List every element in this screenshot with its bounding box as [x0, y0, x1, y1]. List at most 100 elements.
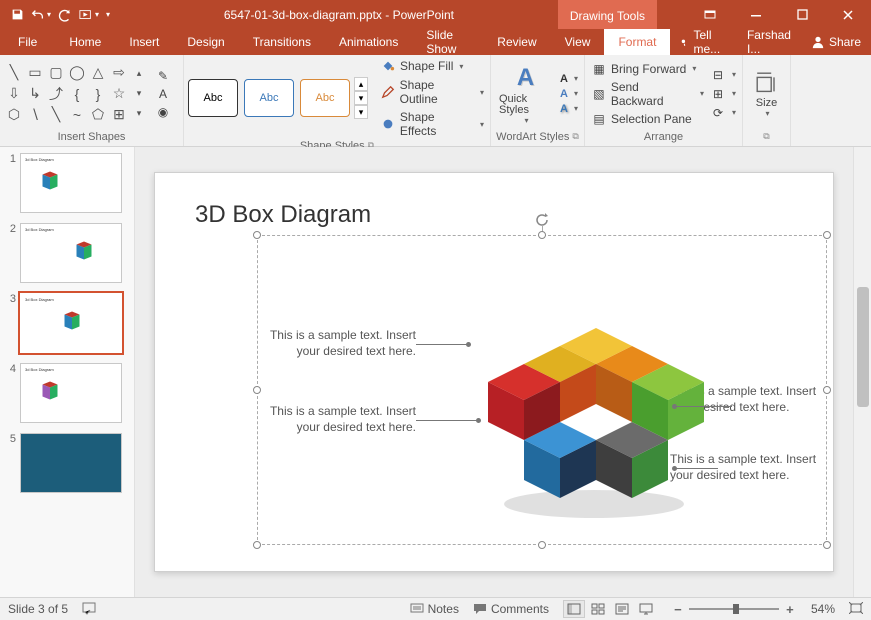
thumbnail-slide-3[interactable]: 3d Box Diagram	[20, 293, 122, 353]
slideshow-view-button[interactable]	[635, 600, 657, 618]
zoom-percent-text[interactable]: 54%	[811, 602, 835, 616]
quick-styles-button[interactable]: A Quick Styles ▾	[495, 60, 556, 127]
share-button[interactable]: Share	[801, 29, 871, 55]
normal-view-button[interactable]	[563, 600, 585, 618]
resize-handle-tl[interactable]	[253, 231, 261, 239]
resize-handle-ml[interactable]	[253, 386, 261, 394]
resize-handle-tr[interactable]	[823, 231, 831, 239]
zoom-thumb[interactable]	[733, 604, 739, 614]
start-from-beginning-button[interactable]: ▾	[78, 4, 100, 26]
shape-connector-icon[interactable]: ↳	[25, 84, 45, 104]
merge-shapes-button[interactable]: ◉	[153, 103, 173, 121]
reading-view-button[interactable]	[611, 600, 633, 618]
resize-handle-tm[interactable]	[538, 231, 546, 239]
tab-home[interactable]: Home	[55, 29, 115, 55]
ribbon-options-button[interactable]	[687, 0, 733, 29]
shape-rounded-rect-icon[interactable]: ▢	[46, 63, 66, 83]
zoom-track[interactable]	[689, 608, 779, 610]
slide-sorter-button[interactable]	[587, 600, 609, 618]
shape-effects-button[interactable]: Shape Effects ▾	[378, 109, 486, 139]
notes-button[interactable]: Notes	[410, 602, 459, 616]
tab-animations[interactable]: Animations	[325, 29, 412, 55]
align-button[interactable]: ⊟▾	[708, 66, 738, 84]
slide-thumbnails-pane[interactable]: 13d Box Diagram 23d Box Diagram 33d Box …	[0, 147, 135, 597]
undo-button[interactable]: ▾	[30, 4, 52, 26]
shape-fill-button[interactable]: Shape Fill ▾	[378, 57, 486, 75]
tab-design[interactable]: Design	[173, 29, 238, 55]
spellcheck-icon[interactable]	[82, 601, 98, 618]
shapes-gallery[interactable]: ╲ ▭ ▢ ◯ △ ⇨ ⇩ ↳ ⤴ { } ☆ ⬡ ∖ ╲ ~ ⬠ ⊞	[4, 63, 129, 125]
tab-insert[interactable]: Insert	[115, 29, 173, 55]
redo-button[interactable]	[54, 4, 76, 26]
bring-forward-button[interactable]: ▦Bring Forward▾	[589, 60, 706, 78]
caption-1[interactable]: This is a sample text. Insert your desir…	[266, 328, 416, 359]
styles-more-icon[interactable]: ▾	[354, 105, 368, 119]
shape-arrow-icon[interactable]: ⇨	[109, 63, 129, 83]
tab-format[interactable]: Format	[604, 29, 670, 55]
tab-review[interactable]: Review	[483, 29, 550, 55]
thumbnail-slide-5[interactable]	[20, 433, 122, 493]
vertical-scrollbar[interactable]	[853, 147, 871, 597]
resize-handle-mr[interactable]	[823, 386, 831, 394]
maximize-button[interactable]	[779, 0, 825, 29]
text-box-button[interactable]: A	[153, 85, 173, 103]
size-button[interactable]: Size ▾	[747, 67, 787, 120]
tab-view[interactable]: View	[551, 29, 605, 55]
shape-elbow-icon[interactable]: ⤴	[46, 84, 66, 104]
minimize-button[interactable]	[733, 0, 779, 29]
shape-freeform-icon[interactable]: ╲	[46, 105, 66, 125]
resize-handle-br[interactable]	[823, 541, 831, 549]
tab-transitions[interactable]: Transitions	[239, 29, 325, 55]
size-dialog-launcher[interactable]: ⧉	[763, 131, 769, 141]
gallery-up-icon[interactable]: ▴	[131, 64, 147, 84]
text-outline-button[interactable]: A▾	[558, 87, 580, 101]
shape-triangle-icon[interactable]: △	[88, 63, 108, 83]
thumbnail-slide-1[interactable]: 3d Box Diagram	[20, 153, 122, 213]
shape-outline-button[interactable]: Shape Outline ▾	[378, 77, 486, 107]
fit-to-window-button[interactable]	[849, 602, 863, 617]
style-swatch-3[interactable]: Abc	[300, 79, 350, 117]
caption-2[interactable]: This is a sample text. Insert your desir…	[266, 404, 416, 435]
selection-pane-button[interactable]: ▤Selection Pane	[589, 110, 706, 128]
thumbnail-slide-2[interactable]: 3d Box Diagram	[20, 223, 122, 283]
tab-slideshow[interactable]: Slide Show	[412, 29, 483, 55]
gallery-more-icon[interactable]: ▾	[131, 104, 147, 124]
shape-more-icon[interactable]: ⊞	[109, 105, 129, 125]
tell-me-search[interactable]: Tell me...	[670, 29, 736, 55]
wordart-dialog-launcher[interactable]: ⧉	[572, 131, 578, 141]
thumbnail-slide-4[interactable]: 3d Box Diagram	[20, 363, 122, 423]
shape-rectangle-icon[interactable]: ▭	[25, 63, 45, 83]
shape-callout-icon[interactable]: ⬡	[4, 105, 24, 125]
save-button[interactable]	[6, 4, 28, 26]
styles-down-icon[interactable]: ▾	[354, 91, 368, 105]
shape-styles-gallery[interactable]: Abc Abc Abc	[188, 79, 350, 117]
text-fill-button[interactable]: A▾	[558, 72, 580, 86]
3d-box-diagram-graphic[interactable]	[472, 310, 712, 524]
shape-arrow-down-icon[interactable]: ⇩	[4, 84, 24, 104]
slide[interactable]: 3D Box Diagram This is a sample text. In…	[154, 172, 834, 572]
group-button[interactable]: ⊞▾	[708, 85, 738, 103]
edit-shape-button[interactable]: ✎	[153, 67, 173, 85]
shape-hexagon-icon[interactable]: ⬠	[88, 105, 108, 125]
shape-brace-icon[interactable]: {	[67, 84, 87, 104]
scrollbar-thumb[interactable]	[857, 287, 869, 407]
rotate-handle[interactable]	[534, 212, 550, 228]
style-swatch-1[interactable]: Abc	[188, 79, 238, 117]
resize-handle-bm[interactable]	[538, 541, 546, 549]
qat-customize-button[interactable]: ▾	[102, 4, 114, 26]
styles-up-icon[interactable]: ▴	[354, 77, 368, 91]
rotate-button[interactable]: ⟳▾	[708, 104, 738, 122]
shape-oval-icon[interactable]: ◯	[67, 63, 87, 83]
close-button[interactable]	[825, 0, 871, 29]
shape-brace2-icon[interactable]: }	[88, 84, 108, 104]
group-selection[interactable]: This is a sample text. Insert your desir…	[257, 235, 827, 545]
slide-canvas-area[interactable]: 3D Box Diagram This is a sample text. In…	[135, 147, 853, 597]
comments-button[interactable]: Comments	[473, 602, 549, 616]
tab-file[interactable]: File	[0, 29, 55, 55]
shape-star-icon[interactable]: ☆	[109, 84, 129, 104]
send-backward-button[interactable]: ▧Send Backward▾	[589, 79, 706, 109]
shape-line-icon[interactable]: ╲	[4, 63, 24, 83]
gallery-down-icon[interactable]: ▾	[131, 84, 147, 104]
shape-scribble-icon[interactable]: ~	[67, 105, 87, 125]
zoom-out-button[interactable]: −	[671, 602, 685, 616]
